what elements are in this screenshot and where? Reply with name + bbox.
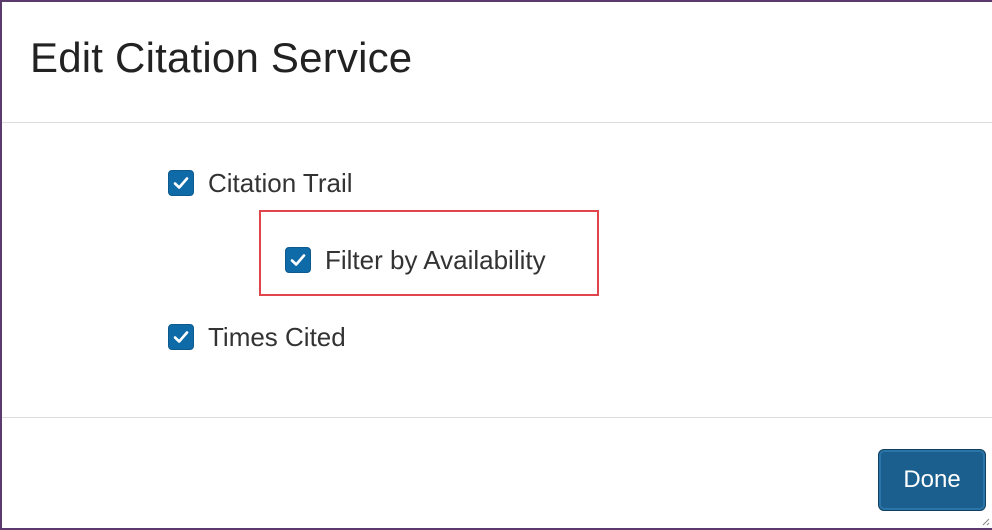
checkmark-icon [173, 331, 189, 343]
citation-trail-checkbox[interactable] [168, 170, 194, 196]
checkmark-icon [173, 177, 189, 189]
filter-by-availability-option[interactable]: Filter by Availability [285, 245, 546, 275]
filter-by-availability-label: Filter by Availability [325, 245, 546, 275]
dialog-title: Edit Citation Service [30, 34, 413, 81]
dialog-header: Edit Citation Service [2, 2, 992, 123]
times-cited-option[interactable]: Times Cited [168, 322, 346, 352]
citation-trail-label: Citation Trail [208, 168, 353, 198]
filter-by-availability-checkbox[interactable] [285, 247, 311, 273]
citation-trail-option[interactable]: Citation Trail [168, 168, 353, 198]
times-cited-checkbox[interactable] [168, 324, 194, 350]
done-button[interactable]: Done [878, 449, 986, 511]
footer-divider [2, 417, 992, 418]
resize-handle-icon[interactable] [980, 516, 990, 526]
checkmark-icon [290, 254, 306, 266]
times-cited-label: Times Cited [208, 322, 346, 352]
edit-citation-service-dialog: Edit Citation Service Citation Trail Fil… [0, 0, 992, 530]
